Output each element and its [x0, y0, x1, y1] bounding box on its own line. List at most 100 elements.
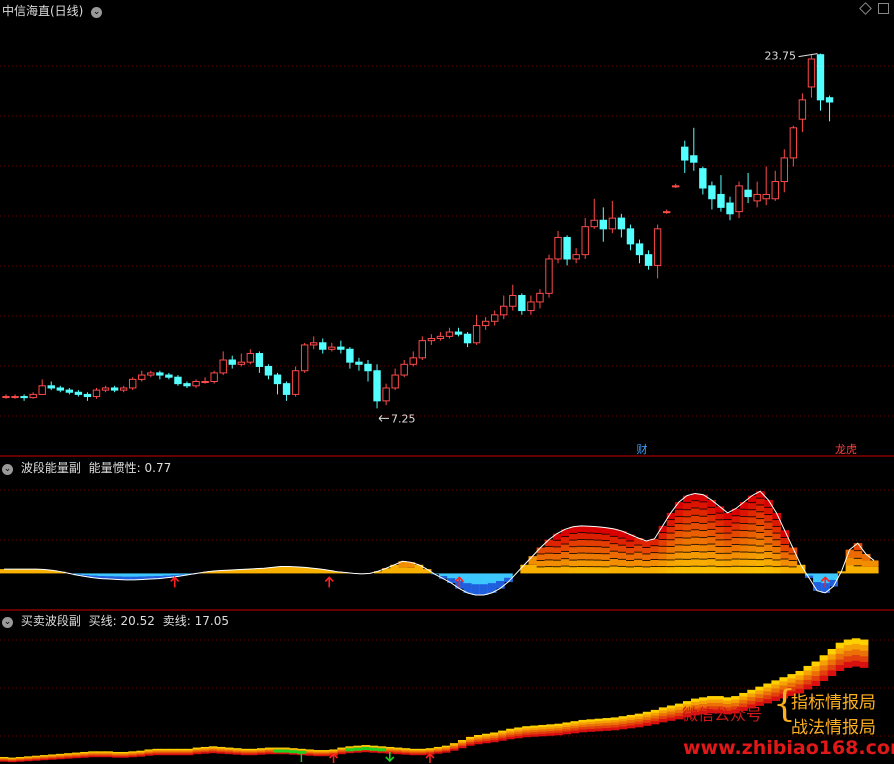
wave-bar-segment [851, 638, 861, 645]
wave-bar-segment [747, 693, 756, 698]
candle-down [255, 353, 264, 367]
energy-bar-segment [561, 558, 570, 567]
energy-bar-segment [699, 523, 708, 531]
wave-bar-segment [578, 729, 588, 733]
energy-bar-segment [634, 545, 643, 553]
energy-bar-segment [707, 551, 716, 559]
wave-bar-segment [449, 748, 459, 751]
watermark-url: www.zhibiao168.com [683, 737, 894, 759]
wave-bar-segment [859, 661, 869, 668]
candle-up [291, 370, 300, 395]
energy-bar-segment [650, 559, 660, 567]
candle-up [491, 314, 499, 322]
energy-bar-segment [723, 553, 733, 560]
wave-bar-segment [843, 656, 853, 663]
wave-bar-segment [506, 730, 515, 734]
wave-bar-segment [626, 722, 636, 726]
candle-up [210, 372, 218, 382]
candle-down [264, 365, 273, 376]
energy-bar-segment [845, 557, 855, 566]
wave-bar-segment [618, 718, 628, 722]
energy-bar-segment [691, 544, 700, 552]
energy-bar-segment [300, 567, 310, 574]
wave-bar-segment [819, 670, 829, 676]
energy-bar-segment [861, 560, 871, 567]
candle-down [626, 228, 635, 245]
energy-bar-segment [682, 509, 692, 517]
wave-bar-segment [586, 726, 596, 730]
wave-bar-segment [650, 721, 660, 725]
chart-stage: 23.75 7.25 财 龙虎 [0, 50, 894, 763]
wave-bar-segment [514, 731, 523, 735]
energy-bar-segment [617, 545, 627, 553]
energy-bar-segment [674, 559, 684, 567]
wave-bar-segment [96, 755, 105, 758]
candle-up [237, 361, 246, 365]
candle-down [744, 189, 752, 198]
wave-bar-segment [7, 761, 17, 763]
energy-bar-segment [593, 553, 603, 561]
wave-bar-segment [490, 734, 499, 737]
wave-bar-segment [666, 708, 676, 712]
wave-bar-segment [514, 733, 523, 737]
wave-bar-segment [795, 679, 805, 685]
energy-bar-segment [593, 546, 603, 554]
energy-bar-segment [780, 551, 790, 560]
energy-bar-segment [626, 547, 635, 554]
energy-bar-segment [561, 536, 570, 545]
candle-up [608, 217, 617, 230]
energy-bar-segment [8, 569, 17, 574]
energy-bar-segment [715, 553, 725, 561]
wave-bar-segment [731, 696, 740, 700]
candle-down [454, 331, 463, 335]
energy-panel-header: ⌄ 波段能量副 能量惯性: 0.77 [2, 459, 171, 476]
chevron-down-icon[interactable]: ⌄ [2, 617, 13, 628]
energy-bar-segment [756, 539, 765, 547]
candle-up [101, 387, 110, 391]
energy-bar-segment [731, 522, 741, 531]
energy-bar-segment [764, 536, 773, 545]
energy-bar-segment [756, 518, 765, 526]
wave-bar-segment [811, 666, 821, 672]
wave-panel-title: 买卖波段副 [20, 614, 81, 628]
wave-green-segment [377, 748, 387, 752]
wave-bar-segment [281, 752, 290, 755]
energy-bar-segment [528, 556, 538, 565]
energy-bar-segment [658, 546, 668, 554]
wave-bar-segment [618, 723, 628, 727]
wave-bar-segment [602, 718, 612, 721]
chevron-down-icon[interactable]: ⌄ [2, 464, 13, 475]
wave-bar-segment [305, 754, 314, 756]
buy-arrow-up [170, 576, 180, 588]
energy-series[interactable] [0, 490, 879, 596]
wave-bar-segment [626, 717, 636, 721]
square-icon[interactable] [878, 3, 889, 14]
wave-bar-segment [232, 753, 242, 755]
buy-line-value: 20.52 [120, 614, 155, 628]
wave-bar-segment [835, 659, 845, 666]
wave-bar-segment [498, 732, 507, 735]
energy-bar-segment [764, 544, 773, 552]
candle-up [653, 228, 662, 266]
wave-bar-segment [48, 758, 57, 760]
energy-bar-segment [569, 540, 578, 547]
energy-bar-segment [561, 566, 570, 574]
energy-bar-segment [748, 523, 757, 531]
wave-bar-segment [538, 733, 547, 737]
wave-bar-segment [369, 751, 379, 753]
candlestick-series[interactable] [2, 53, 834, 409]
energy-bar-segment [682, 566, 692, 574]
energy-bar-segment [707, 507, 716, 515]
energy-bar-segment [682, 530, 692, 539]
wave-bar-segment [80, 756, 89, 758]
wave-bar-segment [707, 696, 716, 700]
energy-bar-segment [715, 526, 725, 534]
energy-bar-segment [577, 559, 586, 567]
energy-bar-segment [739, 559, 749, 567]
chevron-down-icon[interactable]: ⌄ [91, 7, 103, 18]
energy-bar-segment [585, 539, 595, 547]
energy-bar-segment [650, 566, 660, 574]
energy-bar-segment [748, 538, 757, 546]
wave-bar-segment [763, 695, 772, 700]
energy-bar-segment [739, 537, 749, 545]
